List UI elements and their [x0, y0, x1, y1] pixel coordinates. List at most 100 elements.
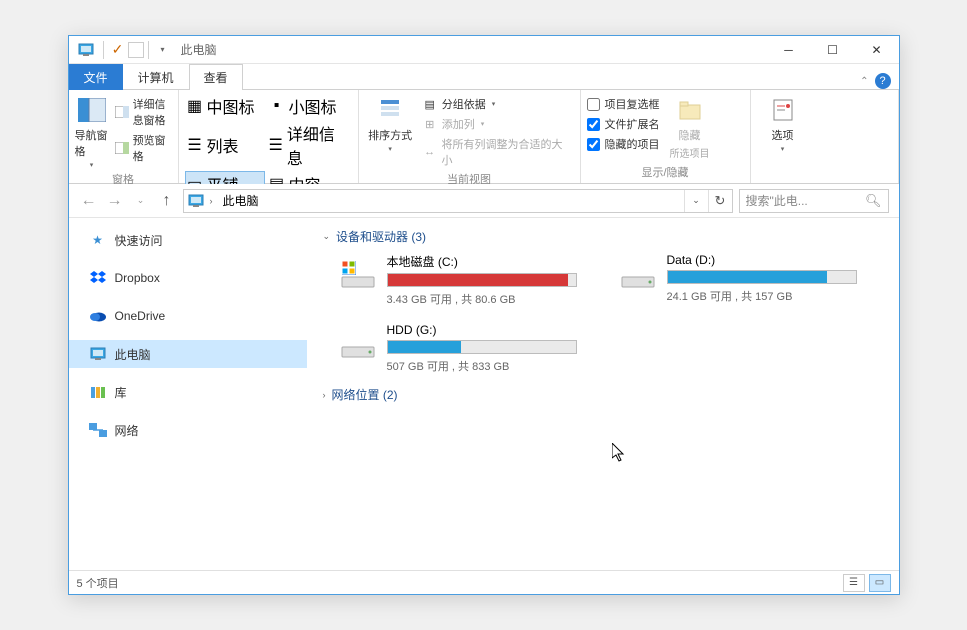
close-button[interactable]: ✕ — [855, 36, 899, 64]
ribbon-tabs: 文件 计算机 查看 ⌃ ? — [69, 64, 899, 90]
small-icons-icon: ▪ — [269, 99, 285, 113]
group-label — [757, 166, 892, 182]
sidebar-item-quick-access[interactable]: ★ 快速访问 — [69, 226, 307, 254]
sidebar-item-network[interactable]: 网络 — [69, 416, 307, 444]
ribbon-group-panes: 导航窗格 ▾ 详细信息窗格 预览窗格 窗格 — [69, 90, 179, 183]
collapse-ribbon-icon[interactable]: ⌃ — [860, 76, 868, 87]
sort-by-button[interactable]: 排序方式 ▾ — [365, 93, 416, 153]
help-icon[interactable]: ? — [875, 73, 891, 89]
medium-icons-icon: ▦ — [187, 99, 203, 113]
status-bar: 5 个项目 ☰ ▭ — [69, 570, 899, 594]
details-pane-button[interactable]: 详细信息窗格 — [113, 95, 172, 129]
layout-list[interactable]: ☰列表 — [185, 120, 265, 170]
check-extensions[interactable]: 文件扩展名 — [587, 115, 660, 133]
drive-hdd-icon — [619, 253, 657, 291]
sidebar-item-this-pc[interactable]: 此电脑 — [69, 340, 307, 368]
drive-g[interactable]: HDD (G:) 507 GB 可用 , 共 833 GB — [339, 323, 589, 374]
drive-info: 507 GB 可用 , 共 833 GB — [387, 358, 589, 374]
search-icon[interactable]: 🔍︎ — [865, 193, 882, 209]
drive-usage-bar — [387, 340, 577, 354]
separator — [103, 41, 104, 59]
chevron-right-icon: › — [323, 390, 326, 400]
star-icon: ★ — [89, 231, 107, 249]
back-button[interactable]: ← — [79, 191, 99, 211]
add-col-icon: ⊞ — [422, 117, 438, 131]
drive-hdd-icon — [339, 323, 377, 361]
pc-icon — [186, 191, 206, 211]
sidebar-item-dropbox[interactable]: Dropbox — [69, 264, 307, 292]
drive-c[interactable]: 本地磁盘 (C:) 3.43 GB 可用 , 共 80.6 GB — [339, 253, 589, 307]
layout-small-icons[interactable]: ▪小图标 — [267, 93, 347, 119]
details-pane-icon — [115, 105, 129, 119]
add-columns-button: ⊞添加列▾ — [420, 115, 574, 133]
hide-selected-button: 隐藏 所选项目 — [664, 93, 716, 160]
section-header-devices[interactable]: ⌄ 设备和驱动器 (3) — [323, 228, 883, 245]
view-switcher: ☰ ▭ — [843, 574, 891, 592]
section-header-network[interactable]: › 网络位置 (2) — [323, 386, 883, 403]
qat-properties-icon[interactable]: ✓ — [108, 40, 128, 60]
content-area: ★ 快速访问 Dropbox OneDrive 此电脑 库 — [69, 218, 899, 570]
window-title: 此电脑 — [181, 41, 217, 58]
drive-info: 24.1 GB 可用 , 共 157 GB — [667, 288, 869, 304]
quick-access-toolbar: ✓ ▾ — [99, 40, 173, 60]
breadcrumb[interactable]: 此电脑 — [217, 190, 265, 212]
main-pane: ⌄ 设备和驱动器 (3) 本地磁盘 (C:) 3.43 GB 可用 , 共 80… — [307, 218, 899, 570]
check-hidden[interactable]: 隐藏的项目 — [587, 135, 660, 153]
drive-info: 3.43 GB 可用 , 共 80.6 GB — [387, 291, 589, 307]
layout-details[interactable]: ☰详细信息 — [267, 120, 347, 170]
ribbon-group-show-hide: 项目复选框 文件扩展名 隐藏的项目 隐藏 所选项目 显示/隐藏 — [581, 90, 751, 183]
check-item-checkbox[interactable]: 项目复选框 — [587, 95, 660, 113]
dropdown-icon: ▾ — [388, 145, 392, 153]
resize-icon: ↔ — [422, 145, 438, 159]
up-button[interactable]: ↑ — [157, 191, 177, 211]
drives-grid: 本地磁盘 (C:) 3.43 GB 可用 , 共 80.6 GB Data (D… — [339, 253, 883, 374]
drive-d[interactable]: Data (D:) 24.1 GB 可用 , 共 157 GB — [619, 253, 869, 307]
recent-dropdown[interactable]: ⌄ — [131, 191, 151, 211]
nav-pane-label: 导航窗格 — [75, 127, 109, 159]
cursor-icon — [612, 443, 626, 463]
preview-pane-button[interactable]: 预览窗格 — [113, 131, 172, 165]
preview-pane-icon — [115, 141, 129, 155]
tab-file[interactable]: 文件 — [69, 64, 123, 90]
window: ✓ ▾ 此电脑 ─ ☐ ✕ 文件 计算机 查看 ⌃ ? 导航窗格 ▾ — [68, 35, 900, 595]
status-count: 5 个项目 — [77, 575, 119, 591]
search-input[interactable] — [746, 194, 861, 208]
maximize-button[interactable]: ☐ — [811, 36, 855, 64]
titlebar: ✓ ▾ 此电脑 ─ ☐ ✕ — [69, 36, 899, 64]
qat-item[interactable] — [128, 42, 144, 58]
resize-columns-button: ↔将所有列调整为合适的大小 — [420, 135, 574, 169]
chevron-right-icon[interactable]: › — [206, 196, 217, 206]
sidebar-item-libraries[interactable]: 库 — [69, 378, 307, 406]
refresh-button[interactable]: ↻ — [708, 190, 732, 212]
sidebar-item-onedrive[interactable]: OneDrive — [69, 302, 307, 330]
details-icon: ☰ — [269, 138, 283, 152]
view-details-icon[interactable]: ☰ — [843, 574, 865, 592]
network-icon — [89, 421, 107, 439]
sort-label: 排序方式 — [368, 127, 412, 143]
qat-dropdown-icon[interactable]: ▾ — [153, 40, 173, 60]
drive-name: 本地磁盘 (C:) — [387, 253, 589, 270]
window-controls: ─ ☐ ✕ — [767, 36, 899, 64]
address-box[interactable]: › 此电脑 ⌄ ↻ — [183, 189, 733, 213]
app-icon — [75, 39, 97, 61]
ribbon: 导航窗格 ▾ 详细信息窗格 预览窗格 窗格 — [69, 90, 899, 184]
search-box[interactable]: 🔍︎ — [739, 189, 889, 213]
address-dropdown-icon[interactable]: ⌄ — [684, 190, 708, 212]
drive-name: HDD (G:) — [387, 323, 589, 337]
nav-pane-button[interactable]: 导航窗格 ▾ — [75, 93, 109, 169]
chevron-down-icon: ⌄ — [323, 231, 331, 242]
separator — [148, 41, 149, 59]
options-button[interactable]: 选项 ▾ — [757, 93, 809, 153]
tab-view[interactable]: 查看 — [189, 64, 243, 90]
layout-medium-icons[interactable]: ▦中图标 — [185, 93, 265, 119]
view-tiles-icon[interactable]: ▭ — [869, 574, 891, 592]
group-by-button[interactable]: ▤分组依据▾ — [420, 95, 574, 113]
dropdown-icon: ▾ — [781, 145, 785, 153]
ribbon-group-options: 选项 ▾ — [751, 90, 899, 183]
forward-button[interactable]: → — [105, 191, 125, 211]
drive-usage-bar — [387, 273, 577, 287]
minimize-button[interactable]: ─ — [767, 36, 811, 64]
ribbon-group-layout: ▦中图标 ▪小图标 ☰列表 ☰详细信息 ▭平铺 ▤内容 布局 — [179, 90, 359, 183]
tab-computer[interactable]: 计算机 — [123, 64, 189, 90]
pc-icon — [89, 345, 107, 363]
